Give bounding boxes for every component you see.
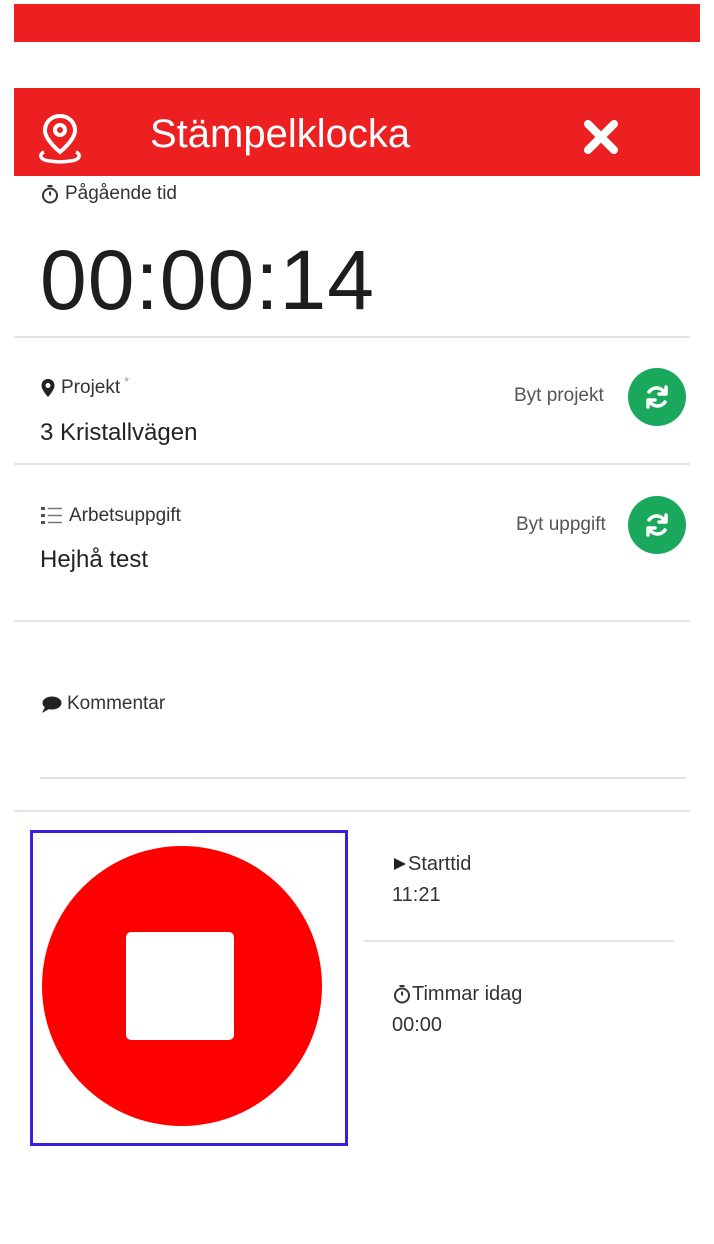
switch-project-label[interactable]: Byt projekt bbox=[514, 384, 604, 408]
comment-input[interactable] bbox=[40, 728, 686, 778]
switch-project-button[interactable] bbox=[628, 368, 686, 426]
task-label: Arbetsuppgift bbox=[69, 505, 181, 526]
close-icon[interactable] bbox=[582, 118, 620, 156]
comment-input-underline bbox=[40, 777, 686, 779]
location-pin-icon[interactable] bbox=[36, 112, 84, 164]
project-label: Projekt bbox=[61, 377, 121, 398]
task-label-row: Arbetsuppgift bbox=[40, 504, 181, 528]
switch-task-button[interactable] bbox=[628, 496, 686, 554]
stopwatch-icon bbox=[42, 185, 58, 204]
elapsed-time-label-row: Pågående tid bbox=[40, 182, 177, 206]
comment-label-row: Kommentar bbox=[40, 692, 165, 716]
page-title: Stämpelklocka bbox=[150, 112, 411, 156]
divider bbox=[364, 940, 674, 942]
start-time-label: Starttid bbox=[408, 853, 472, 875]
play-icon bbox=[394, 858, 406, 870]
start-time-label-row: Starttid bbox=[392, 852, 471, 876]
switch-task-label[interactable]: Byt uppgift bbox=[516, 513, 606, 537]
comment-icon bbox=[42, 696, 62, 713]
refresh-icon bbox=[646, 513, 668, 537]
top-status-strip bbox=[14, 4, 700, 42]
stop-icon bbox=[126, 932, 234, 1040]
divider bbox=[14, 810, 690, 812]
project-label-row: Projekt * bbox=[40, 374, 129, 400]
project-value: 3 Kristallvägen bbox=[40, 419, 198, 446]
stopwatch-icon bbox=[394, 985, 410, 1004]
hours-today-value: 00:00 bbox=[392, 1014, 443, 1036]
start-time-value: 11:21 bbox=[392, 884, 441, 906]
required-mark: * bbox=[124, 374, 130, 389]
divider bbox=[14, 620, 690, 622]
elapsed-time-value: 00:00:14 bbox=[40, 233, 375, 327]
map-marker-icon bbox=[41, 379, 55, 397]
divider bbox=[14, 336, 690, 338]
task-value: Hejhå test bbox=[40, 546, 149, 573]
comment-label: Kommentar bbox=[67, 693, 166, 714]
hours-today-label: Timmar idag bbox=[412, 983, 523, 1005]
elapsed-time-label: Pågående tid bbox=[65, 183, 177, 204]
divider bbox=[14, 463, 690, 465]
list-icon bbox=[41, 507, 62, 524]
hours-today-label-row: Timmar idag bbox=[392, 982, 522, 1006]
refresh-icon bbox=[646, 385, 668, 409]
